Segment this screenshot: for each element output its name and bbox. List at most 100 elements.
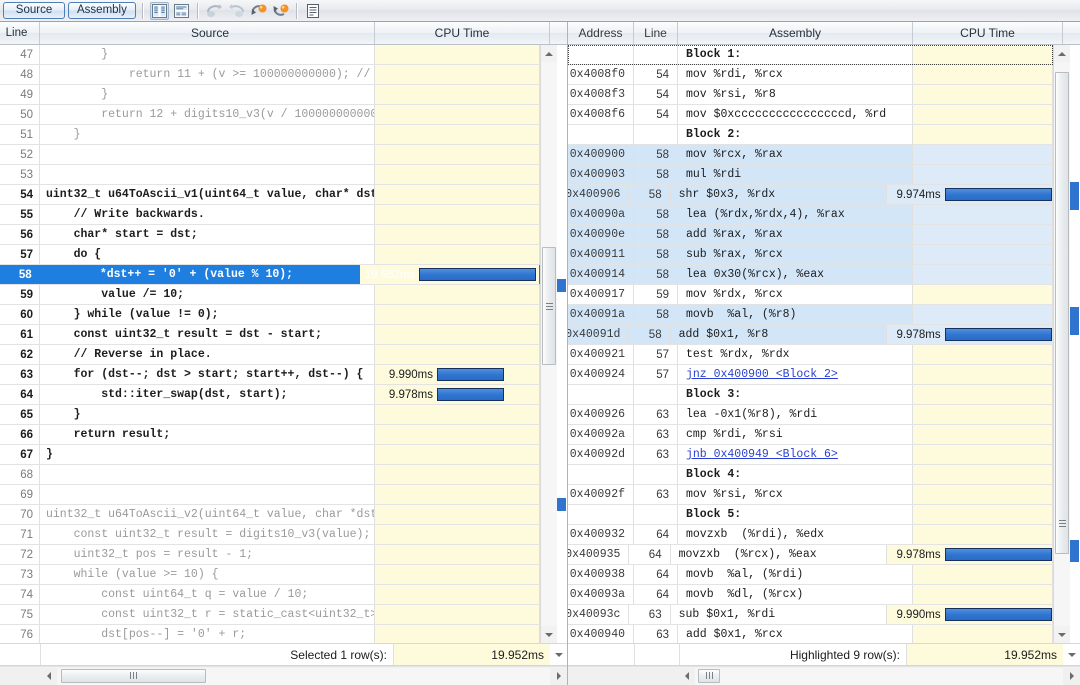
source-col-source[interactable]: Source	[40, 22, 375, 44]
source-scroll-up-button[interactable]	[541, 45, 557, 62]
source-row[interactable]: 53	[0, 165, 540, 185]
assembly-vscrollbar[interactable]	[1053, 45, 1070, 643]
source-row[interactable]: 61 const uint32_t result = dst - start;	[0, 325, 540, 345]
next-hotspot-icon[interactable]	[227, 2, 246, 20]
stacked-view-icon[interactable]	[172, 2, 191, 20]
source-row[interactable]: 73 while (value >= 10) {	[0, 565, 540, 585]
assembly-hscrollbar[interactable]	[678, 666, 1080, 685]
source-scroll-track[interactable]	[541, 62, 557, 626]
assembly-row[interactable]: 0x40092f63mov %rsi, %rcx	[568, 485, 1053, 505]
assembly-row[interactable]: 0x40093264movzxb (%rdi), %edx	[568, 525, 1053, 545]
source-hscroll-left-button[interactable]	[40, 668, 57, 685]
tab-assembly[interactable]: Assembly	[68, 2, 136, 19]
source-row[interactable]: 65 }	[0, 405, 540, 425]
source-row[interactable]: 67}	[0, 445, 540, 465]
prev-instance-icon[interactable]	[249, 2, 268, 20]
assembly-row[interactable]: 0x40091458lea 0x30(%rcx), %eax	[568, 265, 1053, 285]
source-row[interactable]: 62 // Reverse in place.	[0, 345, 540, 365]
assembly-row[interactable]: Block 3:	[568, 385, 1053, 405]
source-row[interactable]: 54uint32_t u64ToAscii_v1(uint64_t value,…	[0, 185, 540, 205]
source-row[interactable]: 64 std::iter_swap(dst, start);9.978ms	[0, 385, 540, 405]
hotspot-marker[interactable]	[557, 279, 566, 292]
assembly-row[interactable]: 0x40090e58add %rax, %rax	[568, 225, 1053, 245]
tab-source[interactable]: Source	[3, 2, 65, 19]
source-status-dropdown[interactable]	[550, 644, 567, 665]
source-row[interactable]: 75 const uint32_t r = static_cast<uint32…	[0, 605, 540, 625]
assembly-jump-link[interactable]: jnz 0x400900 <Block 2>	[678, 365, 913, 384]
assembly-row[interactable]: 0x40093564movzxb (%rcx), %eax9.978ms	[568, 545, 1053, 565]
source-row[interactable]: 55 // Write backwards.	[0, 205, 540, 225]
assembly-row[interactable]: Block 4:	[568, 465, 1053, 485]
source-row[interactable]: 74 const uint64_t q = value / 10;	[0, 585, 540, 605]
source-row[interactable]: 76 dst[pos--] = '0' + r;	[0, 625, 540, 643]
assembly-row[interactable]: 0x40092457jnz 0x400900 <Block 2>	[568, 365, 1053, 385]
source-col-cpu-time[interactable]: CPU Time	[375, 22, 550, 44]
assembly-row[interactable]: 0x40091a58movb %al, (%r8)	[568, 305, 1053, 325]
assembly-col-assembly[interactable]: Assembly	[678, 22, 913, 44]
source-row[interactable]: 68	[0, 465, 540, 485]
source-row[interactable]: 66 return result;	[0, 425, 540, 445]
assembly-col-cpu-time[interactable]: CPU Time	[913, 22, 1063, 44]
assembly-col-line[interactable]: Line	[634, 22, 678, 44]
assembly-row[interactable]: 0x40091759mov %rdx, %rcx	[568, 285, 1053, 305]
assembly-hscroll-track[interactable]	[695, 668, 1063, 685]
source-row[interactable]: 51 }	[0, 125, 540, 145]
assembly-row[interactable]: 0x40093c63sub $0x1, %rdi9.990ms	[568, 605, 1053, 625]
source-hscroll-right-button[interactable]	[550, 668, 567, 685]
source-row[interactable]: 48 return 11 + (v >= 100000000000); // 1…	[0, 65, 540, 85]
source-row[interactable]: 52	[0, 145, 540, 165]
assembly-row[interactable]: 0x4008f054mov %rdi, %rcx	[568, 65, 1053, 85]
hotspot-marker[interactable]	[1070, 540, 1079, 562]
source-hscroll-track[interactable]	[57, 668, 550, 685]
assembly-row[interactable]: 0x40091d58add $0x1, %r89.978ms	[568, 325, 1053, 345]
source-row[interactable]: 60 } while (value != 0);	[0, 305, 540, 325]
assembly-status-dropdown[interactable]	[1063, 644, 1080, 665]
hotspot-marker[interactable]	[1070, 182, 1079, 210]
assembly-row[interactable]: 0x40090058mov %rcx, %rax	[568, 145, 1053, 165]
hotspot-marker[interactable]	[1070, 307, 1079, 335]
assembly-row[interactable]: 0x40090a58lea (%rdx,%rdx,4), %rax	[568, 205, 1053, 225]
source-scroll-down-button[interactable]	[541, 626, 557, 643]
source-col-line[interactable]: Line	[0, 22, 40, 44]
next-instance-icon[interactable]	[271, 2, 290, 20]
assembly-row[interactable]: Block 2:	[568, 125, 1053, 145]
assembly-row[interactable]: Block 1:	[568, 45, 1053, 65]
assembly-row[interactable]: 0x40093864movb %al, (%rdi)	[568, 565, 1053, 585]
source-row[interactable]: 49 }	[0, 85, 540, 105]
assembly-hscroll-right-button[interactable]	[1063, 668, 1080, 685]
source-row[interactable]: 58 *dst++ = '0' + (value % 10);19.952ms	[0, 265, 540, 285]
assembly-hscroll-thumb[interactable]	[698, 669, 720, 683]
source-row[interactable]: 47 }	[0, 45, 540, 65]
source-vscrollbar[interactable]	[540, 45, 557, 643]
source-file-icon[interactable]	[304, 2, 323, 20]
assembly-row[interactable]: 0x40092d63jnb 0x400949 <Block 6>	[568, 445, 1053, 465]
source-scroll-thumb[interactable]	[542, 247, 556, 365]
assembly-row[interactable]: 0x40090658shr $0x3, %rdx9.974ms	[568, 185, 1053, 205]
assembly-row[interactable]: 0x40093a64movb %dl, (%rcx)	[568, 585, 1053, 605]
side-by-side-view-icon[interactable]	[150, 2, 169, 20]
assembly-row[interactable]: 0x40091158sub %rax, %rcx	[568, 245, 1053, 265]
assembly-row[interactable]: 0x4008f654mov $0xccccccccccccccccd, %rd	[568, 105, 1053, 125]
source-row[interactable]: 57 do {	[0, 245, 540, 265]
source-row-list[interactable]: 47 }48 return 11 + (v >= 100000000000); …	[0, 45, 540, 643]
assembly-scroll-thumb[interactable]	[1055, 72, 1069, 554]
source-row[interactable]: 70uint32_t u64ToAscii_v2(uint64_t value,…	[0, 505, 540, 525]
source-row[interactable]: 72 uint32_t pos = result - 1;	[0, 545, 540, 565]
assembly-col-address[interactable]: Address	[568, 22, 634, 44]
source-row[interactable]: 71 const uint32_t result = digits10_v3(v…	[0, 525, 540, 545]
source-row[interactable]: 63 for (dst--; dst > start; start++, dst…	[0, 365, 540, 385]
assembly-row[interactable]: 0x40092157test %rdx, %rdx	[568, 345, 1053, 365]
assembly-jump-link[interactable]: jnb 0x400949 <Block 6>	[678, 445, 913, 464]
assembly-scroll-up-button[interactable]	[1054, 45, 1070, 62]
assembly-hscroll-left-button[interactable]	[678, 668, 695, 685]
source-row[interactable]: 50 return 12 + digits10_v3(v / 100000000…	[0, 105, 540, 125]
hotspot-marker[interactable]	[557, 498, 566, 511]
source-row[interactable]: 56 char* start = dst;	[0, 225, 540, 245]
assembly-row[interactable]: 0x40090358mul %rdi	[568, 165, 1053, 185]
assembly-row[interactable]: 0x40094063add $0x1, %rcx	[568, 625, 1053, 643]
assembly-scroll-track[interactable]	[1054, 62, 1070, 626]
prev-hotspot-icon[interactable]	[205, 2, 224, 20]
source-row[interactable]: 69	[0, 485, 540, 505]
assembly-row[interactable]: 0x40092663lea -0x1(%r8), %rdi	[568, 405, 1053, 425]
assembly-row-list[interactable]: Block 1:0x4008f054mov %rdi, %rcx0x4008f3…	[568, 45, 1053, 643]
